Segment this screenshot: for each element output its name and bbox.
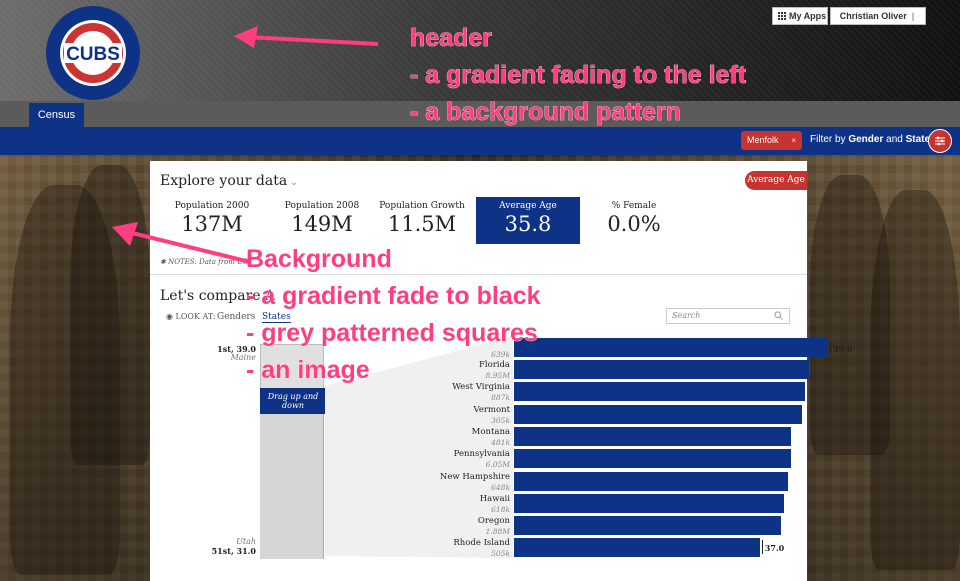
annotation-header-2: - a background pattern [410, 98, 681, 127]
filter-prefix: Filter by [810, 134, 849, 145]
user-separator: | [911, 11, 915, 21]
bar-population-label: 305k [491, 415, 510, 425]
filter-chip-label: Menfolk [747, 135, 779, 145]
bar-bottom-value: 37.0 [761, 540, 785, 555]
stat-label: % Female [611, 201, 657, 211]
divider [150, 274, 807, 275]
rank-bottom: 51st, 31.0 [211, 546, 256, 556]
bar-vermont[interactable] [514, 404, 802, 424]
explore-title-text: Explore your data [160, 173, 288, 189]
stat-average-age[interactable]: Average Age 35.8 [476, 197, 580, 244]
tab-census[interactable]: Census [29, 103, 84, 127]
stat-value: 35.8 [504, 212, 552, 236]
my-apps-button[interactable]: My Apps [772, 7, 828, 25]
apps-grid-icon [778, 12, 786, 20]
chip-close-icon[interactable]: × [791, 131, 796, 150]
slider-window[interactable] [260, 399, 324, 559]
stat-label: Population 2008 [284, 201, 360, 211]
chevron-down-icon: ⌄ [290, 178, 298, 188]
logo-text: CUBS [66, 44, 120, 65]
bar-new-hampshire[interactable] [514, 471, 788, 491]
bar-population-label: 6.05M [485, 460, 510, 470]
look-at-label: ◉ LOOK AT: [166, 312, 216, 321]
user-icon [836, 15, 837, 17]
bar-west-virginia[interactable] [514, 382, 806, 402]
bar-oregon[interactable] [514, 516, 781, 536]
average-age-button[interactable]: Average Age [745, 171, 807, 190]
filter-gender: Gender [848, 134, 884, 145]
search-icon [774, 311, 783, 320]
stat-label: Population Growth [379, 201, 465, 211]
bar-state-label: Oregon [477, 516, 510, 527]
stat-value: 0.0% [607, 212, 661, 236]
bar-pennsylvania[interactable] [514, 449, 792, 469]
bar-state-label: Vermont [473, 404, 510, 415]
stat-label: Average Age [499, 201, 557, 211]
arrow-icon [112, 222, 251, 264]
rank-bottom-state: Utah [236, 537, 256, 546]
bar-population-label: 505k [491, 549, 510, 559]
filter-bar: Menfolk × Filter by Gender and State [0, 127, 960, 155]
filter-chip-menfolk[interactable]: Menfolk × [741, 131, 802, 150]
filter-and: and [883, 134, 906, 145]
bar-rhode-island[interactable] [514, 538, 760, 558]
search-input[interactable]: Search [666, 308, 790, 324]
stat-percent-female[interactable]: % Female 0.0% [584, 197, 684, 244]
power-icon[interactable] [919, 12, 920, 20]
search-placeholder: Search [672, 311, 701, 320]
annotation-background: Background [246, 245, 392, 274]
stat-value: 11.5M [387, 212, 457, 236]
bar-population-label: 1.88M [485, 527, 510, 537]
stat-population-growth[interactable]: Population Growth 11.5M [372, 197, 472, 244]
bar-population-label: 887k [491, 393, 510, 403]
bar-state-label: Pennsylvania [453, 449, 510, 460]
bar-montana[interactable] [514, 426, 792, 446]
cubs-logo-icon: CUBS [60, 20, 126, 86]
arrow-icon [234, 26, 379, 48]
bar-state-label: New Hampshire [439, 471, 510, 482]
annotation-background-3: - an image [246, 356, 370, 385]
filter-settings-button[interactable] [928, 129, 952, 153]
filter-description: Filter by Gender and State [810, 134, 930, 145]
user-name: Christian Oliver [839, 11, 907, 21]
stat-population-2008[interactable]: Population 2008 149M [272, 197, 372, 244]
bar-top-value: 39.0 [829, 341, 853, 355]
sliders-icon [935, 136, 945, 146]
bar-population-label: 481k [491, 437, 510, 447]
stat-label: Population 2000 [174, 201, 250, 211]
cubs-logo[interactable]: CUBS [46, 6, 140, 100]
bar-state-label: Rhode Island [453, 538, 510, 549]
bar-state-label: Montana [471, 426, 510, 437]
annotation-background-2: - grey patterned squares [246, 319, 538, 348]
bar-maine[interactable] [514, 338, 828, 357]
explore-title[interactable]: Explore your data ⌄ [160, 173, 298, 189]
stat-value: 149M [291, 212, 353, 236]
bar-florida[interactable] [514, 360, 809, 379]
bar-hawaii[interactable] [514, 493, 785, 513]
bar-population-label: 618k [491, 504, 510, 514]
user-menu-button[interactable]: Christian Oliver | [830, 7, 926, 25]
drag-tooltip[interactable]: Drag up and down [260, 388, 326, 414]
bar-state-label: Hawaii [479, 493, 510, 504]
annotation-header-1: - a gradient fading to the left [410, 61, 747, 90]
annotation-header: header [410, 24, 493, 53]
player-silhouette [870, 190, 960, 570]
my-apps-label: My Apps [789, 11, 827, 21]
player-silhouette [70, 165, 150, 465]
filter-state: State [905, 134, 931, 145]
annotation-background-1: - a gradient fade to black [246, 282, 541, 311]
bar-population-label: 648k [491, 482, 510, 492]
